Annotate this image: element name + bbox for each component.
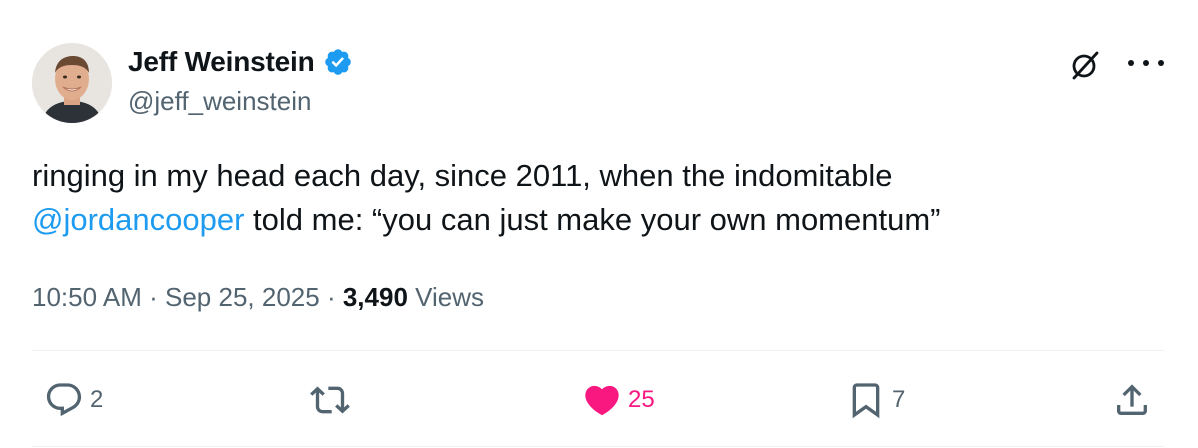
divider — [32, 350, 1164, 351]
tweet-meta: 10:50 AM · Sep 25, 2025 · 3,490 Views — [32, 282, 484, 313]
tweet-time[interactable]: 10:50 AM — [32, 282, 142, 312]
share-icon — [1117, 384, 1147, 415]
tweet-text-part: ringing in my head each day, since 2011,… — [32, 158, 893, 193]
author-row: Jeff Weinstein — [128, 44, 353, 80]
reply-count: 2 — [90, 386, 104, 413]
verified-badge-icon[interactable] — [323, 47, 353, 77]
views-label: Views — [415, 282, 485, 312]
tweet-text-part: told me: “you can just make your own mom… — [244, 202, 941, 237]
display-name[interactable]: Jeff Weinstein — [128, 46, 315, 78]
bookmark-icon — [852, 383, 880, 419]
bookmark-button[interactable]: 7 — [846, 380, 905, 420]
share-button[interactable] — [1112, 380, 1152, 420]
tweet-date[interactable]: Sep 25, 2025 — [165, 282, 320, 312]
like-count: 25 — [628, 386, 655, 413]
avatar-image — [32, 43, 112, 123]
mention-link[interactable]: @jordancooper — [32, 202, 244, 237]
grok-icon[interactable] — [1068, 48, 1102, 82]
reply-icon — [46, 383, 82, 417]
views-count: 3,490 — [342, 282, 408, 312]
bookmark-count: 7 — [892, 386, 906, 413]
divider — [32, 446, 1164, 447]
retweet-button[interactable] — [310, 380, 350, 420]
tweet-text: ringing in my head each day, since 2011,… — [32, 154, 1162, 242]
like-icon — [585, 385, 619, 416]
reply-button[interactable]: 2 — [44, 380, 103, 420]
meta-separator: · — [326, 282, 336, 312]
author-handle[interactable]: @jeff_weinstein — [128, 86, 311, 117]
meta-separator: · — [149, 282, 158, 312]
avatar[interactable] — [32, 43, 112, 123]
tweet-card: Jeff Weinstein @jeff_weinstein ringing i… — [0, 0, 1198, 448]
retweet-icon — [310, 386, 350, 414]
like-button[interactable]: 25 — [582, 380, 655, 420]
more-icon[interactable] — [1128, 52, 1164, 74]
